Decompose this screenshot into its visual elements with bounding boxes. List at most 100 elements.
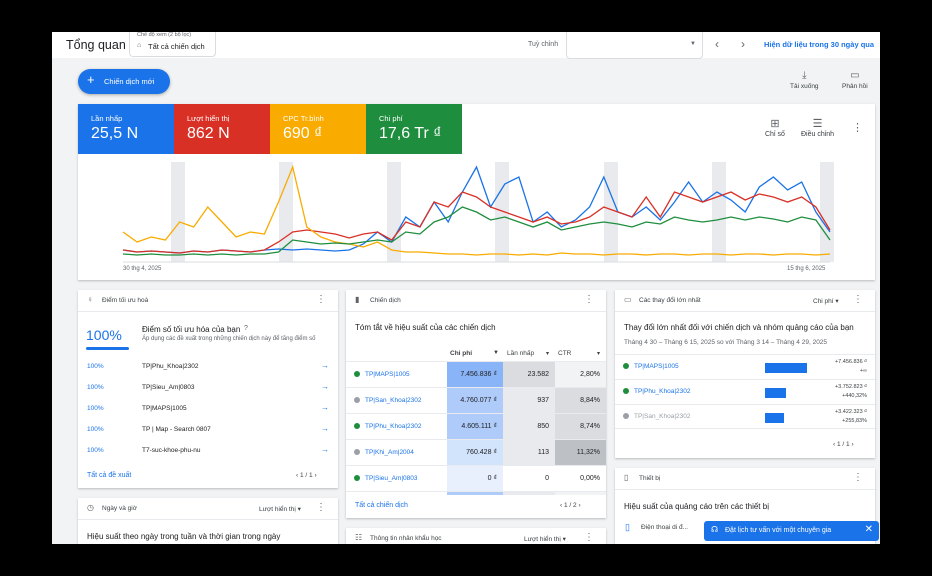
ctr-cell: 8,84% xyxy=(555,388,606,413)
people-icon: ☷ xyxy=(355,533,363,542)
campaign-name[interactable]: TP|Sieu_Am|0803 xyxy=(354,466,418,491)
prev-period-icon[interactable]: ‹ xyxy=(715,37,719,51)
change-row[interactable]: TP|MAPS|1005 +7.456.836 ₫ +∞ xyxy=(615,354,875,379)
change-campaign[interactable]: TP|MAPS|1005 xyxy=(623,363,679,370)
change-bar xyxy=(765,363,807,373)
metric-tile-impressions[interactable]: Lượt hiển thị 862 N xyxy=(174,104,270,154)
close-icon[interactable]: ✕ xyxy=(865,524,873,535)
metric-tile-clicks[interactable]: Lần nhấp 25,5 N xyxy=(78,104,174,154)
card-header: ▭ Các thay đổi lớn nhất Chi phí ▾ ⋮ xyxy=(615,290,875,312)
change-row[interactable]: TP|San_Khoa|2302 +3.422.323 ₫ +255,83% xyxy=(615,404,875,429)
cost-cell: 4.605.111 ₫ xyxy=(461,423,497,430)
devices-icon: ▯ xyxy=(624,473,629,482)
campaigns-card: ▮ Chiến dịch ⋮ Tóm tắt về hiệu suất của … xyxy=(346,290,606,518)
prev-page-icon[interactable]: ‹ xyxy=(560,502,562,509)
campaign-name[interactable]: TP|San_Khoa|2302 xyxy=(354,388,422,413)
phone-icon: ▯ xyxy=(625,522,630,532)
day-time-card: ◷ Ngày và giờ Lượt hiển thị ▾ ⋮ Hiệu suấ… xyxy=(78,498,338,544)
column-header-clicks[interactable]: Lần nhấp xyxy=(507,350,534,357)
change-campaign-text: TP|San_Khoa|2302 xyxy=(634,413,691,420)
sort-icon: ▾ xyxy=(546,351,550,357)
change-value: +3.422.323 ₫ xyxy=(834,409,867,415)
metric-dropdown[interactable]: Lượt hiển thị ▾ xyxy=(524,535,566,543)
app-window: Tổng quan Chế độ xem (2 bộ lọc) ⌂ Tất cả… xyxy=(52,32,880,544)
campaign-name[interactable]: TP|Phu_Khoa|2302 xyxy=(354,414,422,439)
change-campaign[interactable]: TP|Phu_Khoa|2302 xyxy=(623,388,691,395)
optimization-score-bar xyxy=(86,347,129,350)
download-icon: ⤓ xyxy=(802,70,807,81)
metric-dropdown[interactable]: Lượt hiển thị ▾ xyxy=(259,505,301,513)
recommendation-row[interactable]: 100% TP|Phu_Khoa|2302 → xyxy=(78,358,338,379)
status-dot xyxy=(354,423,360,430)
change-row[interactable]: TP|Phu_Khoa|2302 +3.752.823 ₫ +440,32% xyxy=(615,379,875,404)
column-header-label: Lần nhấp xyxy=(507,350,535,357)
clicks-cell: 0 xyxy=(503,466,555,491)
more-vert-icon[interactable]: ⋮ xyxy=(853,472,863,483)
metric-tile-cost[interactable]: Chi phí 17,6 Tr ₫ xyxy=(366,104,462,154)
more-vert-icon[interactable]: ⋮ xyxy=(853,294,863,305)
x-axis-start-label: 30 thg 4, 2025 xyxy=(123,266,162,272)
new-campaign-button[interactable]: + Chiến dịch mới xyxy=(78,69,170,94)
recommendation-row[interactable]: 100% TP | Map - Search 0807 → xyxy=(78,421,338,442)
tune-icon: ☰ xyxy=(812,118,823,130)
metric-label: Chi phí xyxy=(379,114,403,123)
feedback-button[interactable]: ▭ Phản hồi xyxy=(842,70,868,90)
section-title: Hiệu suất của quảng cáo trên các thiết b… xyxy=(624,502,769,511)
recommendation-row[interactable]: 100% T7-suc-khoe-phu-nu → xyxy=(78,442,338,463)
view-mode-value: Tất cả chiến dịch xyxy=(148,42,205,51)
next-page-icon[interactable]: › xyxy=(578,502,580,509)
adjust-button[interactable]: ☰ Điều chỉnh xyxy=(801,117,834,138)
more-vert-icon[interactable]: ⋮ xyxy=(316,502,326,513)
recommendation-row[interactable]: 100% TP|MAPS|1005 → xyxy=(78,400,338,421)
more-vert-icon[interactable]: ⋮ xyxy=(316,294,326,305)
date-range-select[interactable]: ▼ xyxy=(566,32,703,59)
more-vert-icon[interactable]: ⋮ xyxy=(584,294,594,305)
bar-chart-icon: ▮ xyxy=(355,295,360,304)
prev-page-icon[interactable]: ‹ xyxy=(296,472,298,479)
section-subtitle: Tháng 4 30 – Tháng 6 15, 2025 so với Thá… xyxy=(624,339,828,346)
download-button[interactable]: ⤓ Tải xuống xyxy=(790,70,819,90)
next-page-icon[interactable]: › xyxy=(314,472,316,479)
column-header-ctr[interactable]: CTR xyxy=(558,350,571,357)
campaign-name-text: TP|Sieu_Am|0803 xyxy=(365,475,418,482)
status-dot xyxy=(354,449,360,456)
column-header-cost[interactable]: Chi phí xyxy=(450,350,472,357)
view-mode-selector[interactable]: Chế độ xem (2 bộ lọc) ⌂ Tất cả chiến dịc… xyxy=(129,32,216,57)
metric-value: 17,6 Tr ₫ xyxy=(379,125,442,142)
change-value: +3.752.823 ₫ xyxy=(834,384,867,390)
metric-tile-avg-cpc[interactable]: CPC Tr.bình 690 ₫ xyxy=(270,104,366,154)
all-campaigns-link[interactable]: Tất cả chiến dịch xyxy=(355,502,408,509)
next-page-icon[interactable]: › xyxy=(851,441,853,448)
expert-consult-banner[interactable]: ☊ Đặt lịch tư vấn với một chuyên gia ✕ xyxy=(704,521,879,541)
metrics-button[interactable]: ⊞ Chỉ số xyxy=(765,117,785,138)
recommendation-score: 100% xyxy=(87,363,104,370)
help-icon[interactable]: ? xyxy=(244,325,248,332)
cost-cell: 4.760.077 ₫ xyxy=(460,397,497,404)
prev-page-icon[interactable]: ‹ xyxy=(833,441,835,448)
card-title: Các thay đổi lớn nhất xyxy=(639,297,701,304)
metric-value: 25,5 N xyxy=(91,125,139,142)
section-title: Tóm tắt về hiệu suất của các chiến dịch xyxy=(355,323,496,332)
range-link[interactable]: Hiện dữ liệu trong 30 ngày qua xyxy=(764,40,874,49)
recommendation-campaign: TP|Phu_Khoa|2302 xyxy=(142,363,199,370)
more-vert-icon[interactable]: ⋮ xyxy=(852,121,863,134)
clicks-cell: 937 xyxy=(537,397,549,404)
all-recommendations-link[interactable]: Tất cả đề xuất xyxy=(87,472,131,479)
change-campaign[interactable]: TP|San_Khoa|2302 xyxy=(623,413,691,420)
ctr-cell: 8,74% xyxy=(555,414,606,439)
overview-card: Lần nhấp 25,5 N Lượt hiển thị 862 N CPC … xyxy=(78,104,875,280)
change-bar xyxy=(765,388,786,398)
more-vert-icon[interactable]: ⋮ xyxy=(584,532,594,543)
metric-label: Lần nhấp xyxy=(91,114,123,123)
card-title: Điểm tối ưu hoá xyxy=(102,297,149,304)
recommendation-row[interactable]: 100% TP|Sieu_Am|0803 → xyxy=(78,379,338,400)
metric-dropdown[interactable]: Chi phí ▾ xyxy=(813,297,839,305)
recommendation-campaign: TP|MAPS|1005 xyxy=(142,405,187,412)
campaign-name-text: TP|Phu_Khoa|2302 xyxy=(365,423,422,430)
clock-icon: ◷ xyxy=(87,503,94,512)
campaign-name[interactable]: TP|MAPS|1005 xyxy=(354,362,410,387)
campaign-name[interactable]: TP|Khi_Am|2004 xyxy=(354,440,414,465)
next-period-icon[interactable]: › xyxy=(741,37,745,51)
column-header-label: CTR xyxy=(558,350,572,357)
status-dot xyxy=(354,475,360,482)
